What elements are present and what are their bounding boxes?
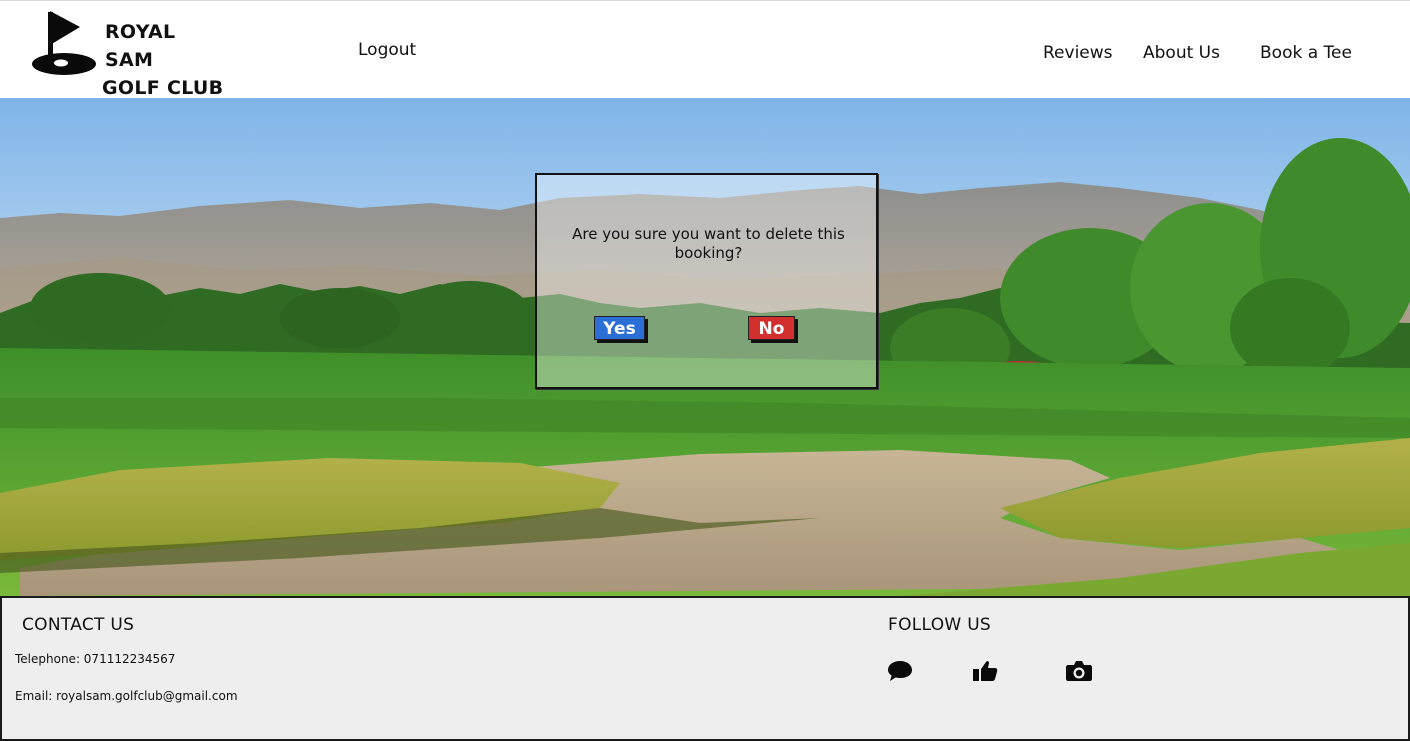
golf-flag-icon xyxy=(32,11,96,75)
contact-heading: CONTACT US xyxy=(22,615,135,635)
nav-reviews-link[interactable]: Reviews xyxy=(1043,43,1113,63)
yes-button[interactable]: Yes xyxy=(594,316,645,340)
follow-heading: FOLLOW US xyxy=(888,615,992,635)
telephone-text: Telephone: 071112234567 xyxy=(15,652,176,666)
dialog-message: Are you sure you want to delete this boo… xyxy=(572,225,845,262)
site-footer: CONTACT US Telephone: 071112234567 Email… xyxy=(0,596,1410,741)
logo-text: ROYAL SAM GOLF CLUB xyxy=(102,18,230,102)
nav-book-tee-link[interactable]: Book a Tee xyxy=(1260,43,1352,63)
delete-booking-dialog: Are you sure you want to delete this boo… xyxy=(535,173,878,389)
no-button[interactable]: No xyxy=(748,316,795,340)
nav-about-link[interactable]: About Us xyxy=(1143,43,1220,63)
camera-icon[interactable] xyxy=(1065,659,1093,683)
chat-bubble-icon[interactable] xyxy=(886,659,914,683)
logo-line-1: ROYAL SAM xyxy=(105,21,176,71)
thumbs-up-icon[interactable] xyxy=(971,659,999,683)
site-logo[interactable]: ROYAL SAM GOLF CLUB xyxy=(30,9,230,99)
nav-logout-link[interactable]: Logout xyxy=(358,40,416,60)
site-header: ROYAL SAM GOLF CLUB Logout Reviews About… xyxy=(0,0,1410,99)
email-text: Email: royalsam.golfclub@gmail.com xyxy=(15,689,238,703)
